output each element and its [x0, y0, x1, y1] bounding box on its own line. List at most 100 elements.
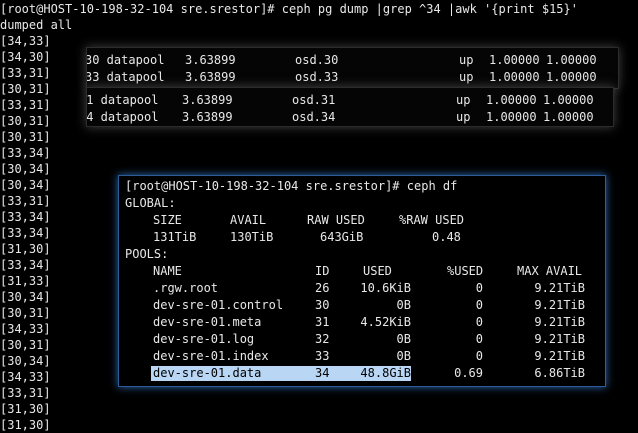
osd-status: up — [459, 70, 474, 84]
pool-used: 0B — [396, 298, 411, 312]
pg-list-item: [33,31] — [0, 98, 51, 112]
pool-name: dev-sre-01.log — [153, 332, 255, 346]
pg-list-item: [30,31] — [0, 114, 51, 128]
df-shell-prompt: [root@HOST-10-198-32-104 sre.srestor]# — [125, 179, 407, 193]
pool-id: 32 — [315, 332, 330, 346]
pg-list-item: [33,31] — [0, 66, 51, 80]
pool-name: dev-sre-01.index — [153, 349, 269, 363]
osd-name: osd.30 — [295, 53, 339, 67]
pool-max-avail: 9.21TiB — [534, 281, 585, 295]
pg-list-item: [33,34] — [0, 146, 51, 160]
osd-tree-panel-top: 30 datapool 3.63899 osd.30 up 1.00000 1.00000… — [86, 47, 619, 89]
pool-id: 33 — [315, 349, 330, 363]
pool-id: 26 — [315, 281, 330, 295]
osd-tree-row: 33 datapool 3.63899 osd.33 up 1.00000 1.00000 — [87, 69, 618, 85]
pool-row: .rgw.root 26 10.6KiB 0 9.21TiB — [119, 280, 605, 297]
pg-list-item: [30,34] — [0, 290, 51, 304]
pool-max-avail: 9.21TiB — [534, 298, 585, 312]
pools-header-used-pct: %USED — [447, 264, 484, 278]
pool-used-pct: 0 — [475, 349, 483, 363]
osd-reweight: 1.00000 — [489, 53, 540, 67]
pool-used-pct: 0 — [475, 315, 483, 329]
pg-list-item: [34,33] — [0, 322, 51, 336]
osd-primary-affinity: 1.00000 — [543, 110, 594, 124]
pool-used: 0B — [396, 349, 411, 363]
pools-section-label: POOLS: — [125, 247, 169, 261]
osd-weight: 3.63899 — [185, 70, 236, 84]
command-text: ceph pg dump |grep ^34 |awk '{print $15}… — [281, 2, 578, 16]
global-header-avail: AVAIL — [230, 213, 267, 227]
pool-id: 31 — [315, 315, 330, 329]
pools-header-id: ID — [315, 264, 330, 278]
pool-row: dev-sre-01.log 32 0B 0 9.21TiB — [119, 331, 605, 348]
global-header-size: SIZE — [153, 213, 182, 227]
pg-list-item: [34,30] — [0, 50, 51, 64]
osd-weight: 3.63899 — [182, 93, 233, 107]
pg-list-item: [31,30] — [0, 242, 51, 256]
pg-list-item: [31,30] — [0, 402, 51, 416]
osd-id-pool: 30 datapool — [86, 53, 165, 67]
osd-primary-affinity: 1.00000 — [543, 93, 594, 107]
pg-list-item: [33,34] — [0, 210, 51, 224]
pools-header-row: NAME ID USED %USED MAX AVAIL — [119, 263, 605, 280]
global-header-row: SIZE AVAIL RAW USED %RAW USED — [119, 212, 605, 229]
pool-row: dev-sre-01.data 34 48.8GiB 0.69 6.86TiB — [119, 365, 605, 382]
pool-used: 48.8GiB — [360, 366, 411, 380]
osd-tree-row: 31 datapool 3.63899 osd.31 up 1.00000 1.00000 — [87, 92, 613, 108]
pg-list-item: [33,31] — [0, 194, 51, 208]
pool-row: dev-sre-01.index 33 0B 0 9.21TiB — [119, 348, 605, 365]
osd-status: up — [459, 53, 474, 67]
command-status: dumped all — [0, 18, 73, 32]
osd-tree-panel-bottom: 31 datapool 3.63899 osd.31 up 1.00000 1.00000… — [86, 87, 614, 127]
osd-primary-affinity: 1.00000 — [546, 53, 597, 67]
pg-list-item: [30,34] — [0, 162, 51, 176]
pg-list-item: [31,33] — [0, 274, 51, 288]
pg-list-item: [33,34] — [0, 226, 51, 240]
osd-id-pool: 31 datapool — [86, 93, 159, 107]
osd-name: osd.34 — [292, 110, 336, 124]
pool-row: dev-sre-01.control 30 0B 0 9.21TiB — [119, 297, 605, 314]
df-command-text: ceph df — [406, 179, 458, 193]
pg-list-item: [34,33] — [0, 370, 51, 384]
pool-used: 10.6KiB — [360, 281, 411, 295]
pool-id: 34 — [315, 366, 330, 380]
pg-list-item: [33,31] — [0, 386, 51, 400]
pg-list-item: [30,34] — [0, 178, 51, 192]
pool-name: dev-sre-01.data — [153, 366, 262, 380]
global-value-raw-used: 643GiB — [320, 230, 364, 244]
global-value-size: 131TiB — [153, 230, 197, 244]
pool-id: 30 — [315, 298, 330, 312]
osd-reweight: 1.00000 — [486, 93, 537, 107]
pool-used-pct: 0 — [475, 332, 483, 346]
pg-list-item: [30,31] — [0, 306, 51, 320]
global-value-avail: 130TiB — [230, 230, 274, 244]
osd-id-pool: 34 datapool — [86, 110, 159, 124]
pools-header-used: USED — [363, 264, 392, 278]
pool-used: 4.52KiB — [360, 315, 411, 329]
pg-list-item: [30,31] — [0, 82, 51, 96]
osd-tree-row: 34 datapool 3.63899 osd.34 up 1.00000 1.00000 — [87, 109, 613, 125]
pool-max-avail: 9.21TiB — [534, 315, 585, 329]
osd-name: osd.33 — [295, 70, 339, 84]
pg-list-item: [30,31] — [0, 130, 51, 144]
df-command-line: [root@HOST-10-198-32-104 sre.srestor]# c… — [125, 178, 457, 195]
pool-used-pct: 0 — [475, 281, 483, 295]
pool-row: dev-sre-01.meta 31 4.52KiB 0 9.21TiB — [119, 314, 605, 331]
osd-reweight: 1.00000 — [486, 110, 537, 124]
pool-max-avail: 9.21TiB — [534, 349, 585, 363]
pg-list-item: [30,34] — [0, 354, 51, 368]
ceph-df-window[interactable]: [root@HOST-10-198-32-104 sre.srestor]# c… — [118, 175, 606, 387]
pool-used: 0B — [396, 332, 411, 346]
pool-name: .rgw.root — [153, 281, 219, 295]
global-value-raw-used-pct: 0.48 — [432, 230, 461, 244]
global-header-raw-used: RAW USED — [307, 213, 365, 227]
global-value-row: 131TiB 130TiB 643GiB 0.48 — [119, 229, 605, 246]
osd-status: up — [456, 93, 471, 107]
pool-name: dev-sre-01.meta — [153, 315, 262, 329]
pool-name: dev-sre-01.control — [153, 298, 284, 312]
osd-weight: 3.63899 — [185, 53, 236, 67]
global-header-raw-used-pct: %RAW USED — [399, 213, 465, 227]
pg-list-item: [31,30] — [0, 418, 51, 432]
osd-reweight: 1.00000 — [489, 70, 540, 84]
pool-used-pct: 0.69 — [454, 366, 483, 380]
